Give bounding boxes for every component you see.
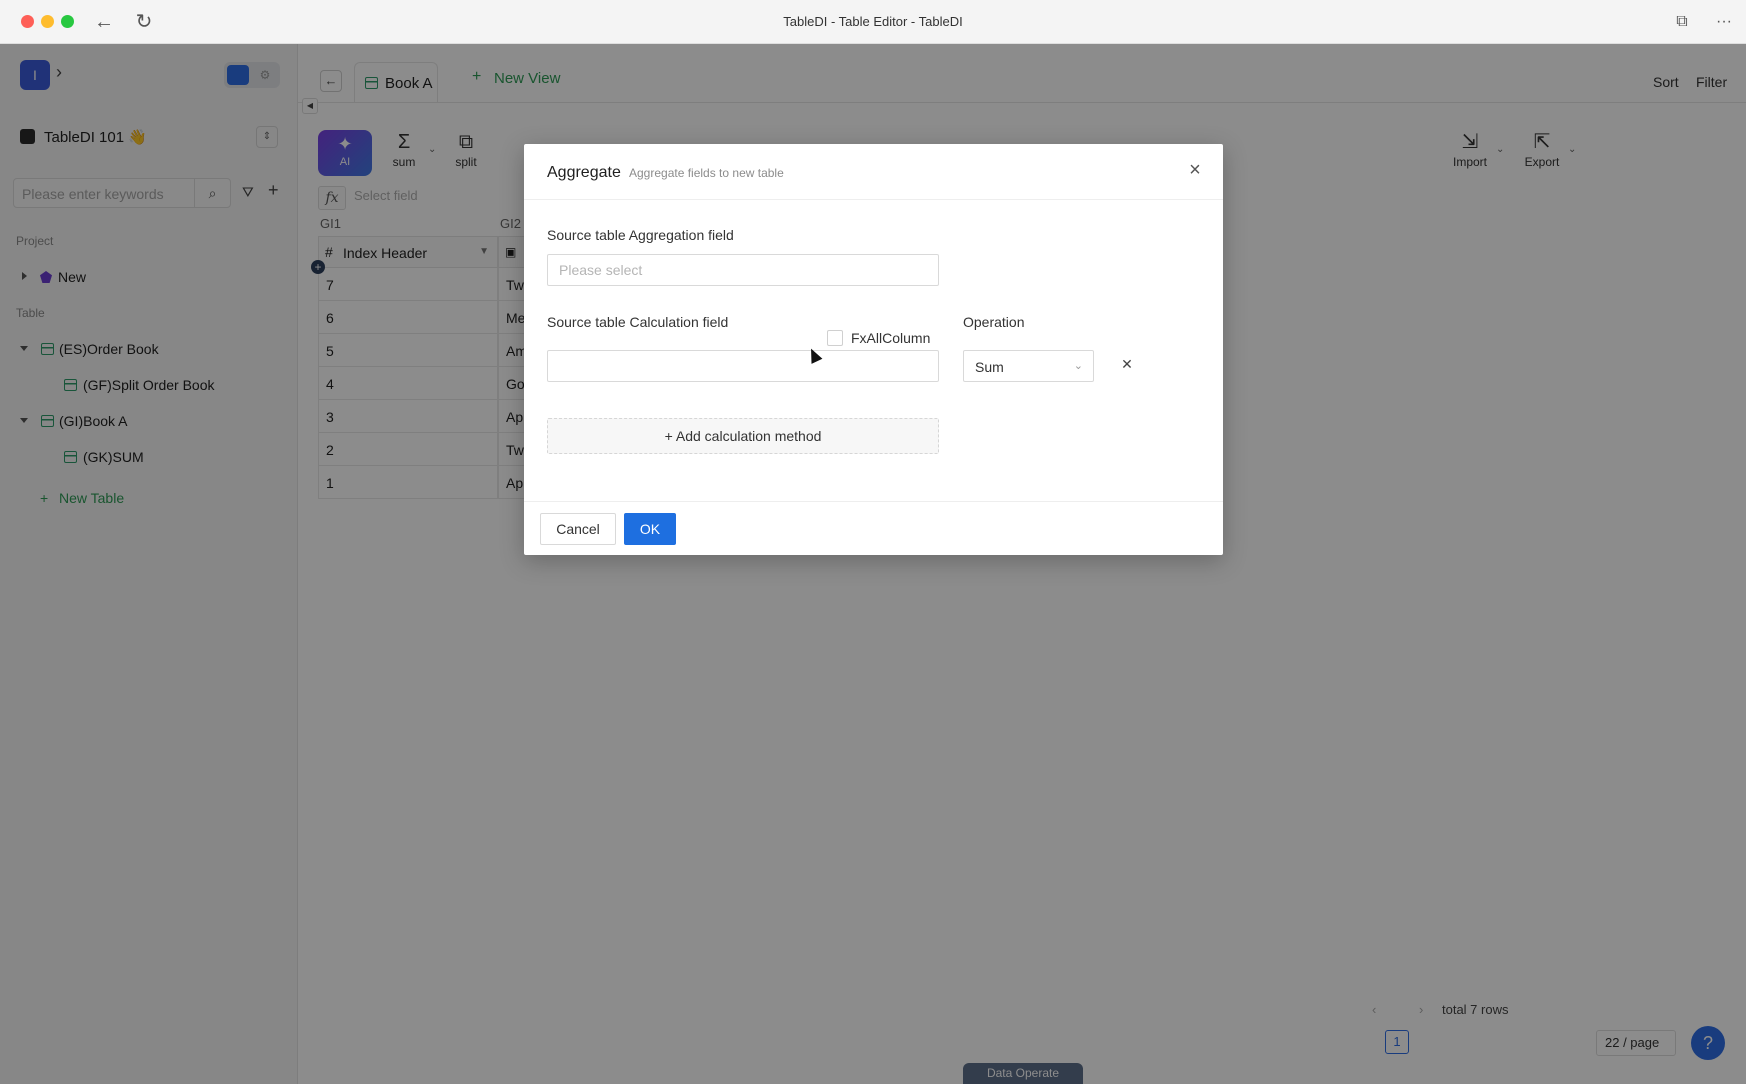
ok-button[interactable]: OK (624, 513, 676, 545)
remove-calculation-icon[interactable]: ✕ (1119, 354, 1135, 374)
fx-all-column-label: FxAllColumn (851, 330, 931, 346)
operation-value: Sum (975, 359, 1004, 375)
dialog-title: Aggregate (547, 164, 621, 181)
aggregate-dialog: Aggregate Aggregate fields to new table … (524, 144, 1223, 555)
calculation-field-label: Source table Calculation field (547, 314, 729, 330)
aggregation-field-label: Source table Aggregation field (547, 227, 734, 243)
dialog-footer-divider (524, 501, 1223, 502)
add-calculation-method-button[interactable]: + Add calculation method (547, 418, 939, 454)
operation-select[interactable]: Sum ⌄ (963, 350, 1094, 382)
calculation-field-select[interactable] (547, 350, 939, 382)
window-titlebar: ← ↻ TableDI - Table Editor - TableDI ⧉ ·… (0, 0, 1746, 44)
fx-all-column-checkbox[interactable] (827, 330, 843, 346)
cancel-button[interactable]: Cancel (540, 513, 616, 545)
window-title: TableDI - Table Editor - TableDI (783, 14, 963, 29)
dialog-subtitle: Aggregate fields to new table (629, 166, 784, 180)
operation-label: Operation (963, 314, 1025, 330)
close-icon[interactable]: × (1185, 160, 1205, 180)
chevron-down-icon: ⌄ (1073, 360, 1083, 372)
more-menu-icon[interactable]: ··· (1712, 10, 1736, 34)
cast-icon[interactable]: ⧉ (1670, 10, 1694, 34)
dialog-header-divider (524, 199, 1223, 200)
aggregation-field-select[interactable] (547, 254, 939, 286)
